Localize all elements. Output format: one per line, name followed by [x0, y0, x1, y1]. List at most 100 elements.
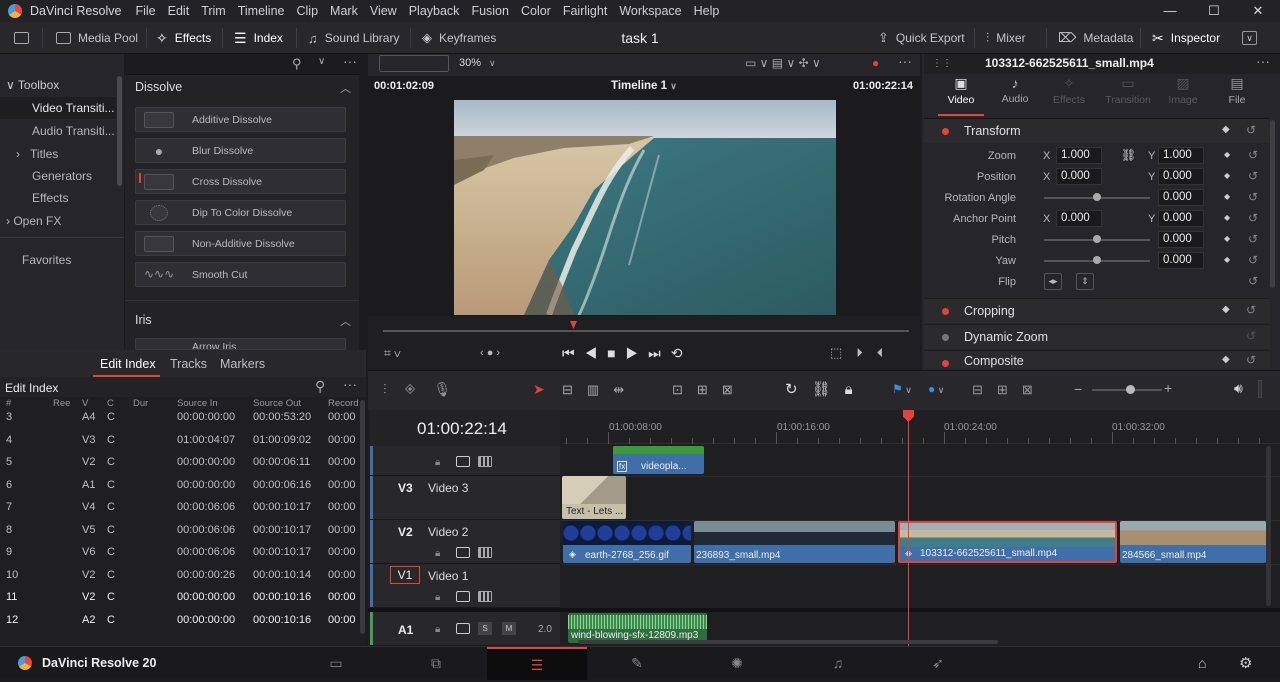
track-name[interactable]: Video 2 — [428, 525, 468, 539]
panel-grip-icon[interactable]: ⋮⋮ — [932, 58, 952, 69]
auto-track-icon[interactable]: ◈ — [405, 381, 434, 397]
close-button[interactable]: ✕ — [1236, 0, 1280, 22]
page-cut-icon[interactable]: ⧉ — [386, 647, 486, 680]
position-lock-icon[interactable]: 🔒︎ — [845, 381, 867, 398]
destination-track-button[interactable]: V1 — [390, 566, 420, 584]
track-enable-icon[interactable] — [478, 456, 492, 467]
effect-item[interactable]: ● Blur Dissolve — [135, 138, 346, 163]
flip-horizontal-icon[interactable]: ◂▸ — [1044, 273, 1062, 290]
slider-handle[interactable] — [1093, 193, 1101, 201]
menu-color[interactable]: Color — [521, 4, 551, 18]
blade-tool-icon[interactable]: ▥ — [587, 382, 613, 397]
slider-handle[interactable] — [1093, 256, 1101, 264]
lock-icon[interactable]: 🔒︎ — [435, 548, 440, 559]
jump-to-start-icon[interactable]: ⏮ — [562, 345, 585, 361]
mute-button[interactable]: M — [502, 622, 516, 635]
microphone-icon[interactable]: 🎙︎ — [434, 381, 470, 397]
effect-item[interactable]: Additive Dissolve — [135, 107, 346, 132]
speaker-icon[interactable]: 🔊︎ — [1234, 380, 1243, 397]
replace-clip-icon[interactable]: ⊠ — [722, 382, 747, 397]
reset-icon[interactable]: ↺ — [1248, 148, 1258, 162]
stop-icon[interactable]: ■ — [607, 345, 625, 361]
menu-clip[interactable]: Clip — [297, 4, 319, 18]
viewer-layout-icon[interactable] — [379, 55, 449, 72]
solo-button[interactable]: S — [478, 622, 492, 635]
chevron-down-icon[interactable]: ∨ — [489, 58, 496, 69]
zoom-detail-icon[interactable]: ⊞ — [997, 382, 1022, 397]
transform-overlay-icon[interactable]: ⌗ ∨ — [384, 346, 401, 361]
media-pool-button[interactable]: Media Pool — [56, 22, 138, 54]
timeline-playhead[interactable] — [908, 410, 909, 646]
section-enable-toggle[interactable] — [942, 128, 949, 135]
audio-clip[interactable]: wind-blowing-sfx-12809.mp3 — [568, 613, 707, 643]
play-icon[interactable]: ▶ — [626, 345, 649, 361]
timeline-clip[interactable]: earth-2768_256.gif ◈ — [563, 521, 691, 563]
timeline-vertical-scrollbar[interactable] — [1266, 446, 1271, 606]
anchor-y-field[interactable]: 0.000 — [1158, 210, 1204, 227]
tab-tracks[interactable]: Tracks — [170, 357, 207, 371]
toolbox-scrollbar[interactable] — [117, 76, 122, 186]
dynamic-trim-icon[interactable]: ⇹ — [613, 382, 638, 397]
tab-markers[interactable]: Markers — [220, 357, 265, 371]
page-fusion-icon[interactable]: ✎ — [587, 647, 687, 680]
effect-item[interactable]: Dip To Color Dissolve — [135, 200, 346, 225]
more-options-icon[interactable]: ··· — [1256, 53, 1270, 69]
toolbox-item-video-transitions[interactable]: Video Transiti... — [0, 97, 116, 119]
tab-image[interactable]: ▨ Image — [1160, 75, 1206, 106]
toolbox-item-favorites[interactable]: Favorites — [0, 249, 116, 271]
track-name[interactable]: Video 1 — [428, 569, 468, 583]
scrubber-track[interactable] — [383, 330, 909, 332]
cropping-section-header[interactable]: Cropping ◆ ↺ — [924, 298, 1270, 323]
timeline-clip[interactable]: 284566_small.mp4 — [1120, 521, 1266, 563]
keyframe-diamond-icon[interactable]: ◆ — [1224, 192, 1230, 201]
timeline-clip[interactable]: 236893_small.mp4 — [694, 521, 895, 563]
reset-icon[interactable]: ↺ — [1246, 329, 1256, 343]
keyframe-diamond-icon[interactable]: ◆ — [1224, 213, 1230, 222]
keyframes-button[interactable]: ◈ Keyframes — [422, 22, 496, 54]
track-enable-icon[interactable] — [478, 547, 492, 558]
table-row[interactable]: 5 V2 C 00:00:00:00 00:00:06:11 00:00 — [0, 451, 358, 474]
keyframe-diamond-icon[interactable]: ◆ — [1224, 255, 1230, 264]
selection-arrow-icon[interactable]: ➤ — [533, 381, 545, 398]
lock-icon[interactable]: 🔒︎ — [435, 624, 440, 635]
track-enable-icon[interactable] — [478, 591, 492, 602]
collapse-panel-button[interactable]: ∨ — [1242, 22, 1257, 54]
effect-item[interactable]: ∿∿∿ Smooth Cut — [135, 262, 346, 287]
loop-icon[interactable]: ⟲ — [671, 345, 693, 361]
viewer-options-icons[interactable]: ▭ ∨ ▤ ∨ ✣ ∨ — [745, 56, 821, 70]
menu-mark[interactable]: Mark — [330, 4, 358, 18]
menu-file[interactable]: File — [135, 4, 155, 18]
zoom-full-icon[interactable]: ⊟ — [972, 382, 997, 397]
play-reverse-icon[interactable]: ◀ — [585, 345, 608, 361]
quick-export-button[interactable]: ⇪ Quick Export — [878, 22, 965, 54]
toolbox-item-toolbox[interactable]: ∨ Toolbox — [0, 74, 116, 96]
more-options-icon[interactable]: ··· — [343, 53, 357, 69]
timeline-clip[interactable]: Text - Lets ... — [562, 476, 626, 519]
zoom-y-field[interactable]: 1.000 — [1158, 147, 1204, 164]
zoom-out-icon[interactable]: − — [1074, 381, 1082, 397]
reset-icon[interactable]: ↺ — [1246, 123, 1256, 137]
overwrite-clip-icon[interactable]: ⊞ — [697, 382, 722, 397]
toolbox-item-generators[interactable]: Generators — [0, 165, 116, 187]
zoom-x-field[interactable]: 1.000 — [1056, 147, 1102, 164]
jog-icon[interactable]: ‹ ● › — [480, 347, 500, 359]
yaw-field[interactable]: 0.000 — [1158, 252, 1204, 269]
lock-icon[interactable]: 🔒︎ — [435, 457, 440, 468]
auto-select-icon[interactable] — [456, 591, 470, 602]
more-options-icon[interactable]: ··· — [343, 376, 357, 392]
zoom-in-icon[interactable]: + — [1164, 380, 1172, 396]
page-fairlight-icon[interactable]: ♫ — [788, 647, 888, 680]
reset-icon[interactable]: ↺ — [1248, 232, 1258, 246]
keyframe-diamond-icon[interactable]: ◆ — [1222, 354, 1230, 365]
linked-selection-icon[interactable]: ⛓ — [812, 381, 845, 398]
effect-item[interactable]: Non-Additive Dissolve — [135, 231, 346, 256]
table-row[interactable]: 4 V3 C 01:00:04:07 01:00:09:02 00:00 — [0, 429, 358, 452]
settings-gear-icon[interactable]: ⚙ — [1239, 654, 1252, 672]
keyframe-diamond-icon[interactable]: ◆ — [1224, 234, 1230, 243]
zoom-custom-icon[interactable]: ⊠ — [1022, 382, 1047, 397]
timeline-clip-selected[interactable]: 103312-662525611_small.mp4 ◈ — [898, 521, 1117, 563]
keyframe-diamond-icon[interactable]: ◆ — [1222, 124, 1230, 135]
maximize-button[interactable]: ☐ — [1192, 0, 1236, 22]
page-deliver-icon[interactable]: ➶ — [888, 647, 988, 680]
table-row[interactable]: 8 V5 C 00:00:06:06 00:00:10:17 00:00 — [0, 519, 358, 542]
